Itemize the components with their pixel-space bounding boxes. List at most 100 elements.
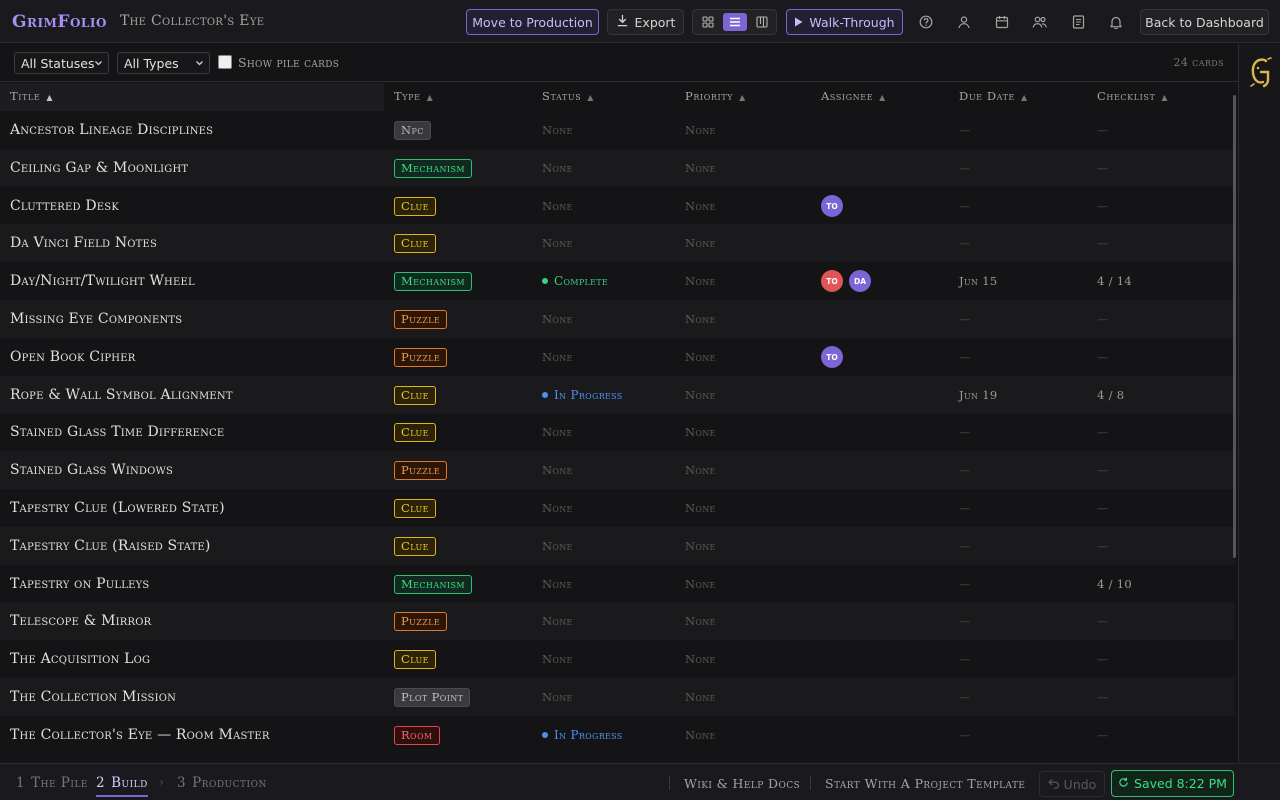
column-header-status[interactable]: Status ▲ <box>542 83 594 111</box>
assignee-cell[interactable]: TO <box>821 187 843 225</box>
table-row[interactable]: Missing Eye Components Puzzle None None — — <box>0 300 1235 338</box>
table-row[interactable]: The Acquisition Log Clue None None — — <box>0 640 1235 678</box>
checklist-cell[interactable]: — <box>1097 187 1108 225</box>
card-title[interactable]: The Acquisition Log <box>10 640 150 678</box>
due-date-cell[interactable]: — <box>959 300 970 338</box>
due-date-cell[interactable]: — <box>959 338 970 376</box>
type-badge[interactable]: Clue <box>394 385 436 405</box>
card-title[interactable]: Missing Eye Components <box>10 300 182 338</box>
card-title[interactable]: Cluttered Desk <box>10 187 119 225</box>
step-build[interactable]: 2 Build <box>96 775 148 791</box>
table-row[interactable]: Open Book Cipher Puzzle None None TO — — <box>0 338 1235 376</box>
type-badge[interactable]: Plot Point <box>394 687 471 707</box>
undo-button[interactable]: Undo <box>1039 771 1105 797</box>
due-date-cell[interactable]: — <box>959 640 970 678</box>
due-date-cell[interactable]: — <box>959 111 970 149</box>
checklist-cell[interactable]: — <box>1097 602 1108 640</box>
step-the-pile[interactable]: 1 The Pile <box>16 775 88 791</box>
card-title[interactable]: Rope & Wall Symbol Alignment <box>10 376 233 414</box>
checklist-cell[interactable]: — <box>1097 149 1108 187</box>
export-button[interactable]: Export <box>607 9 684 35</box>
checklist-cell[interactable]: — <box>1097 527 1108 565</box>
checklist-cell[interactable]: — <box>1097 678 1108 716</box>
due-date-cell[interactable]: — <box>959 602 970 640</box>
type-badge[interactable]: Mechanism <box>394 574 472 594</box>
due-date-cell[interactable]: — <box>959 489 970 527</box>
due-date-cell[interactable]: — <box>959 224 970 262</box>
due-date-cell[interactable]: — <box>959 716 970 754</box>
table-row[interactable]: The Collection Mission Plot Point None None… <box>0 678 1235 716</box>
status-cell[interactable]: None <box>542 300 573 338</box>
due-date-cell[interactable]: — <box>959 565 970 603</box>
card-title[interactable]: Ancestor Lineage Disciplines <box>10 111 213 149</box>
status-cell[interactable]: None <box>542 451 573 489</box>
walkthrough-button[interactable]: Walk-Through <box>786 9 903 35</box>
avatar[interactable]: DA <box>849 270 871 292</box>
due-date-cell[interactable]: — <box>959 413 970 451</box>
help-icon[interactable] <box>916 12 936 32</box>
status-filter-select[interactable]: All Statuses <box>14 52 109 74</box>
column-header-type[interactable]: Type ▲ <box>394 83 433 111</box>
board-view-button[interactable] <box>750 13 774 31</box>
type-badge[interactable]: Clue <box>394 498 436 518</box>
avatar[interactable]: TO <box>821 346 843 368</box>
table-row[interactable]: Tapestry Clue (Raised State) Clue None None… <box>0 527 1235 565</box>
card-title[interactable]: The Collector's Eye — Room Master <box>10 716 270 754</box>
avatar[interactable]: TO <box>821 195 843 217</box>
column-header-due-date[interactable]: Due Date ▲ <box>959 83 1028 111</box>
status-cell[interactable]: None <box>542 111 573 149</box>
priority-cell[interactable]: None <box>685 678 716 716</box>
status-cell[interactable]: None <box>542 527 573 565</box>
type-badge[interactable]: Clue <box>394 233 436 253</box>
status-cell[interactable]: Complete <box>542 262 608 300</box>
move-to-production-button[interactable]: Move to Production <box>466 9 599 35</box>
checklist-cell[interactable]: 4 / 10 <box>1097 565 1132 603</box>
back-to-dashboard-button[interactable]: Back to Dashboard <box>1140 9 1269 35</box>
priority-cell[interactable]: None <box>685 300 716 338</box>
table-row[interactable]: Ceiling Gap & Moonlight Mechanism None None… <box>0 149 1235 187</box>
card-title[interactable]: Day/Night/Twilight Wheel <box>10 262 195 300</box>
bell-icon[interactable] <box>1106 12 1126 32</box>
card-title[interactable]: Open Book Cipher <box>10 338 135 376</box>
priority-cell[interactable]: None <box>685 716 716 754</box>
table-row[interactable]: Ancestor Lineage Disciplines Npc None None —… <box>0 111 1235 149</box>
team-icon[interactable] <box>1030 12 1050 32</box>
checklist-cell[interactable]: — <box>1097 716 1108 754</box>
card-title[interactable]: The Collection Mission <box>10 678 176 716</box>
priority-cell[interactable]: None <box>685 602 716 640</box>
notes-icon[interactable] <box>1068 12 1088 32</box>
table-row[interactable]: Da Vinci Field Notes Clue None None — — <box>0 224 1235 262</box>
status-cell[interactable]: None <box>542 565 573 603</box>
checklist-cell[interactable]: — <box>1097 224 1108 262</box>
table-scrollbar[interactable] <box>1233 95 1236 558</box>
show-pile-checkbox[interactable] <box>218 55 232 69</box>
status-cell[interactable]: None <box>542 640 573 678</box>
status-cell[interactable]: In Progress <box>542 716 623 754</box>
card-title[interactable]: Tapestry on Pulleys <box>10 565 149 603</box>
table-row[interactable]: Rope & Wall Symbol Alignment Clue In Progr… <box>0 376 1235 414</box>
step-production[interactable]: 3 Production <box>177 775 267 791</box>
type-badge[interactable]: Puzzle <box>394 611 448 631</box>
wiki-help-link[interactable]: Wiki & Help Docs <box>684 776 800 791</box>
checklist-cell[interactable]: — <box>1097 640 1108 678</box>
type-badge[interactable]: Clue <box>394 422 436 442</box>
due-date-cell[interactable]: — <box>959 527 970 565</box>
status-cell[interactable]: In Progress <box>542 376 623 414</box>
type-filter-select[interactable]: All Types <box>117 52 210 74</box>
priority-cell[interactable]: None <box>685 489 716 527</box>
priority-cell[interactable]: None <box>685 187 716 225</box>
priority-cell[interactable]: None <box>685 262 716 300</box>
type-badge[interactable]: Clue <box>394 536 436 556</box>
grid-view-button[interactable] <box>696 13 720 31</box>
status-cell[interactable]: None <box>542 678 573 716</box>
type-badge[interactable]: Room <box>394 725 440 745</box>
assignee-cell[interactable]: TO DA <box>821 262 871 300</box>
checklist-cell[interactable]: — <box>1097 451 1108 489</box>
type-badge[interactable]: Puzzle <box>394 309 448 329</box>
grimfolio-logo-icon[interactable] <box>1248 56 1274 88</box>
checklist-cell[interactable]: — <box>1097 300 1108 338</box>
saved-status-button[interactable]: Saved 8:22 PM <box>1111 770 1234 797</box>
status-cell[interactable]: None <box>542 489 573 527</box>
priority-cell[interactable]: None <box>685 451 716 489</box>
list-view-button[interactable] <box>723 13 747 31</box>
